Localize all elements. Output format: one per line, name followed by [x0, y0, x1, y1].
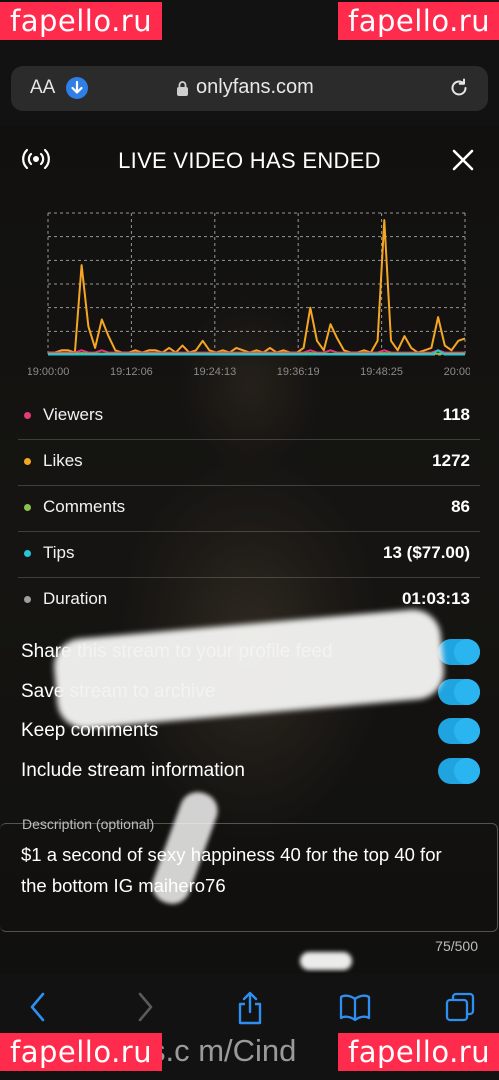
url-text[interactable]: onlyfans.com — [196, 76, 314, 99]
toggle-knob — [454, 718, 480, 744]
back-icon[interactable] — [27, 990, 49, 1029]
x-tick-label: 19:36:19 — [277, 366, 320, 378]
stat-value: 01:03:13 — [401, 589, 470, 608]
lock-icon — [176, 80, 189, 102]
description-text[interactable]: $1 a second of sexy happiness 40 for the… — [21, 839, 471, 901]
stat-value: 86 — [451, 497, 470, 516]
text-size-button[interactable]: AA — [30, 77, 55, 99]
stat-label: Viewers — [43, 405, 104, 424]
legend-dot — [24, 550, 31, 557]
watermark-label: fapello.ru — [0, 2, 163, 40]
option-label: Include stream information — [21, 760, 245, 781]
option-toggle[interactable] — [438, 718, 480, 744]
description-label: Description (optional) — [22, 816, 155, 832]
toggle-knob — [454, 639, 480, 665]
stat-row-viewers: Viewers 118 — [18, 393, 480, 440]
stat-row-comments: Comments 86 — [18, 485, 480, 532]
stat-row-likes: Likes 1272 — [18, 439, 480, 486]
stat-label: Tips — [43, 543, 75, 562]
reload-icon[interactable] — [448, 77, 470, 104]
x-tick-label: 20:00:32 — [444, 366, 470, 378]
stat-value: 1272 — [432, 451, 470, 470]
legend-dot — [24, 412, 31, 419]
legend-dot — [24, 596, 31, 603]
legend-dot — [24, 504, 31, 511]
download-icon[interactable] — [66, 77, 88, 99]
option-toggle[interactable] — [438, 758, 480, 784]
stat-label: Comments — [43, 497, 126, 516]
censor-blur — [300, 952, 352, 970]
address-bar[interactable]: AA onlyfans.com — [11, 66, 488, 111]
stat-label: Duration — [43, 589, 108, 608]
stat-row-tips: Tips 13 ($77.00) — [18, 531, 480, 578]
x-tick-label: 19:00:00 — [28, 366, 69, 378]
legend-dot — [24, 458, 31, 465]
tabs-icon[interactable] — [444, 990, 476, 1029]
option-toggle[interactable] — [438, 679, 480, 705]
option-toggle[interactable] — [438, 639, 480, 665]
option-row: Include stream information — [21, 755, 481, 787]
stat-value: 13 ($77.00) — [383, 543, 470, 562]
stream-ended-title: LIVE VIDEO HAS ENDED — [118, 148, 381, 173]
bookmarks-icon[interactable] — [338, 990, 372, 1029]
watermark-label: fapello.ru — [338, 2, 499, 40]
toggle-knob — [454, 758, 480, 784]
close-icon[interactable] — [451, 148, 475, 177]
watermark-label: fapello.ru — [0, 1033, 163, 1071]
forward-icon[interactable] — [134, 990, 156, 1029]
x-tick-label: 19:12:06 — [110, 366, 153, 378]
character-counter: 75/500 — [435, 938, 478, 954]
x-tick-label: 19:48:25 — [360, 366, 403, 378]
watermark-url: s.c m/Cind — [150, 1033, 297, 1068]
watermark-label: fapello.ru — [338, 1033, 499, 1071]
stat-value: 118 — [442, 405, 470, 424]
share-icon[interactable] — [235, 990, 265, 1031]
x-tick-label: 19:24:13 — [193, 366, 236, 378]
stat-label: Likes — [43, 451, 83, 470]
stream-stats-chart: 19:00:00 19:12:06 19:24:13 19:36:19 19:48:25… — [28, 212, 470, 378]
toggle-knob — [454, 679, 480, 705]
chart-series-line-0 — [48, 219, 466, 354]
